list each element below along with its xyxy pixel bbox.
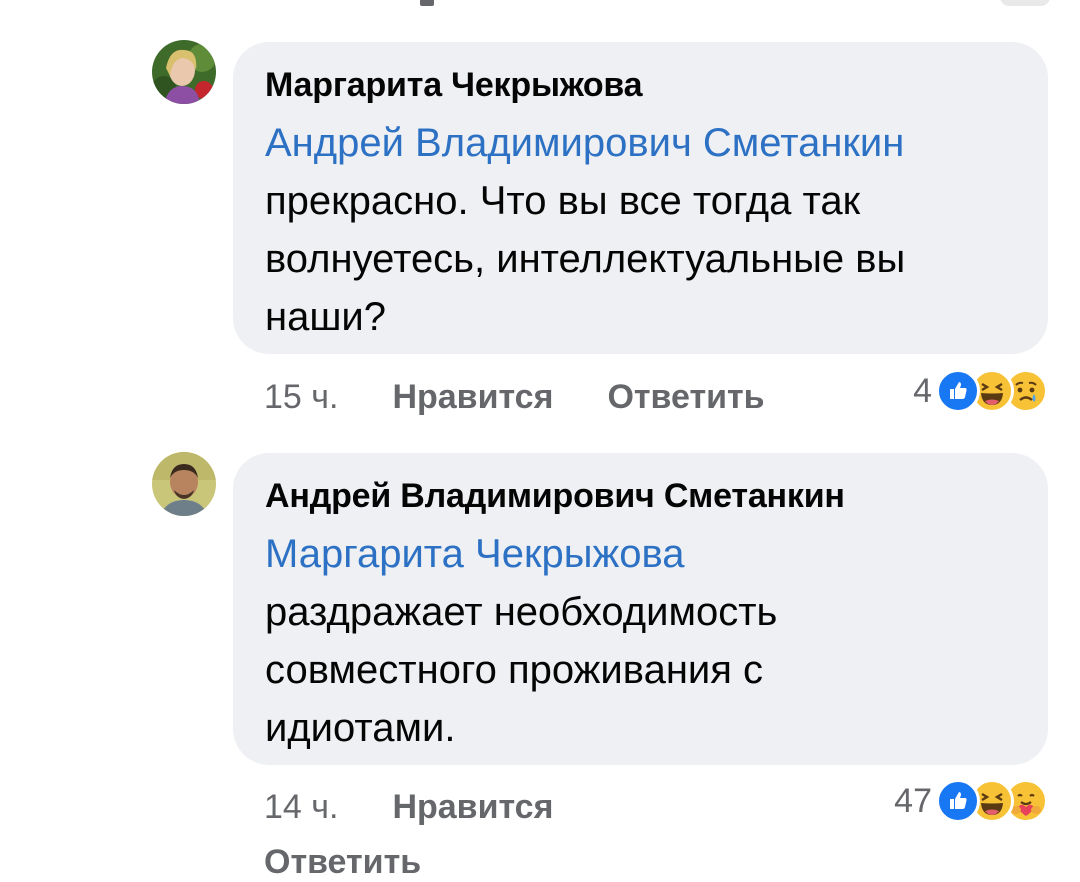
reply-button[interactable]: Ответить (607, 378, 764, 417)
comment-timestamp[interactable]: 14 ч. (264, 788, 338, 827)
like-icon (936, 779, 980, 823)
comment-text: Маргарита Чекрыжова раздражает необходим… (265, 525, 1016, 757)
comment-text-line: наши? (265, 295, 387, 339)
comment-text-line: прекрасно. Что вы все тогда так (265, 179, 861, 223)
like-icon (936, 369, 980, 413)
reaction-count: 4 (913, 371, 932, 410)
comment-bubble: Андрей Владимирович Сметанкин Маргарита … (233, 453, 1048, 765)
reply-button[interactable]: Ответить (264, 842, 421, 882)
reaction-summary[interactable]: 47 (894, 776, 1048, 826)
comment-bubble: Маргарита Чекрыжова Андрей Владимирович … (233, 42, 1048, 354)
avatar[interactable] (152, 40, 216, 104)
comment-text-line: раздражает необходимость (265, 590, 778, 634)
mention-link[interactable]: Андрей Владимирович Сметанкин (265, 121, 904, 165)
comment-actions: 15 ч. Нравится Ответить (264, 372, 819, 422)
comment-text-line: волнуетесь, интеллектуальные вы (265, 237, 906, 281)
comment-text-line: совместного проживания с (265, 648, 764, 692)
avatar[interactable] (152, 452, 216, 516)
comment-actions: 14 ч. Нравится (264, 782, 607, 832)
like-button[interactable]: Нравится (392, 788, 553, 827)
comment-author[interactable]: Андрей Владимирович Сметанкин (265, 475, 1016, 517)
comment-text-line: идиотами. (265, 706, 456, 750)
reaction-count: 47 (894, 781, 932, 820)
reaction-summary[interactable]: 4 (913, 366, 1048, 416)
cropped-previous-content (420, 0, 434, 6)
cropped-previous-reactions (1000, 0, 1050, 6)
mention-link[interactable]: Маргарита Чекрыжова (265, 532, 685, 576)
comment-timestamp[interactable]: 15 ч. (264, 378, 338, 417)
reaction-icons (936, 369, 1048, 413)
comment-text: Андрей Владимирович Сметанкин прекрасно.… (265, 114, 1016, 346)
reaction-icons (936, 779, 1048, 823)
comment-author[interactable]: Маргарита Чекрыжова (265, 64, 1016, 106)
like-button[interactable]: Нравится (392, 378, 553, 417)
